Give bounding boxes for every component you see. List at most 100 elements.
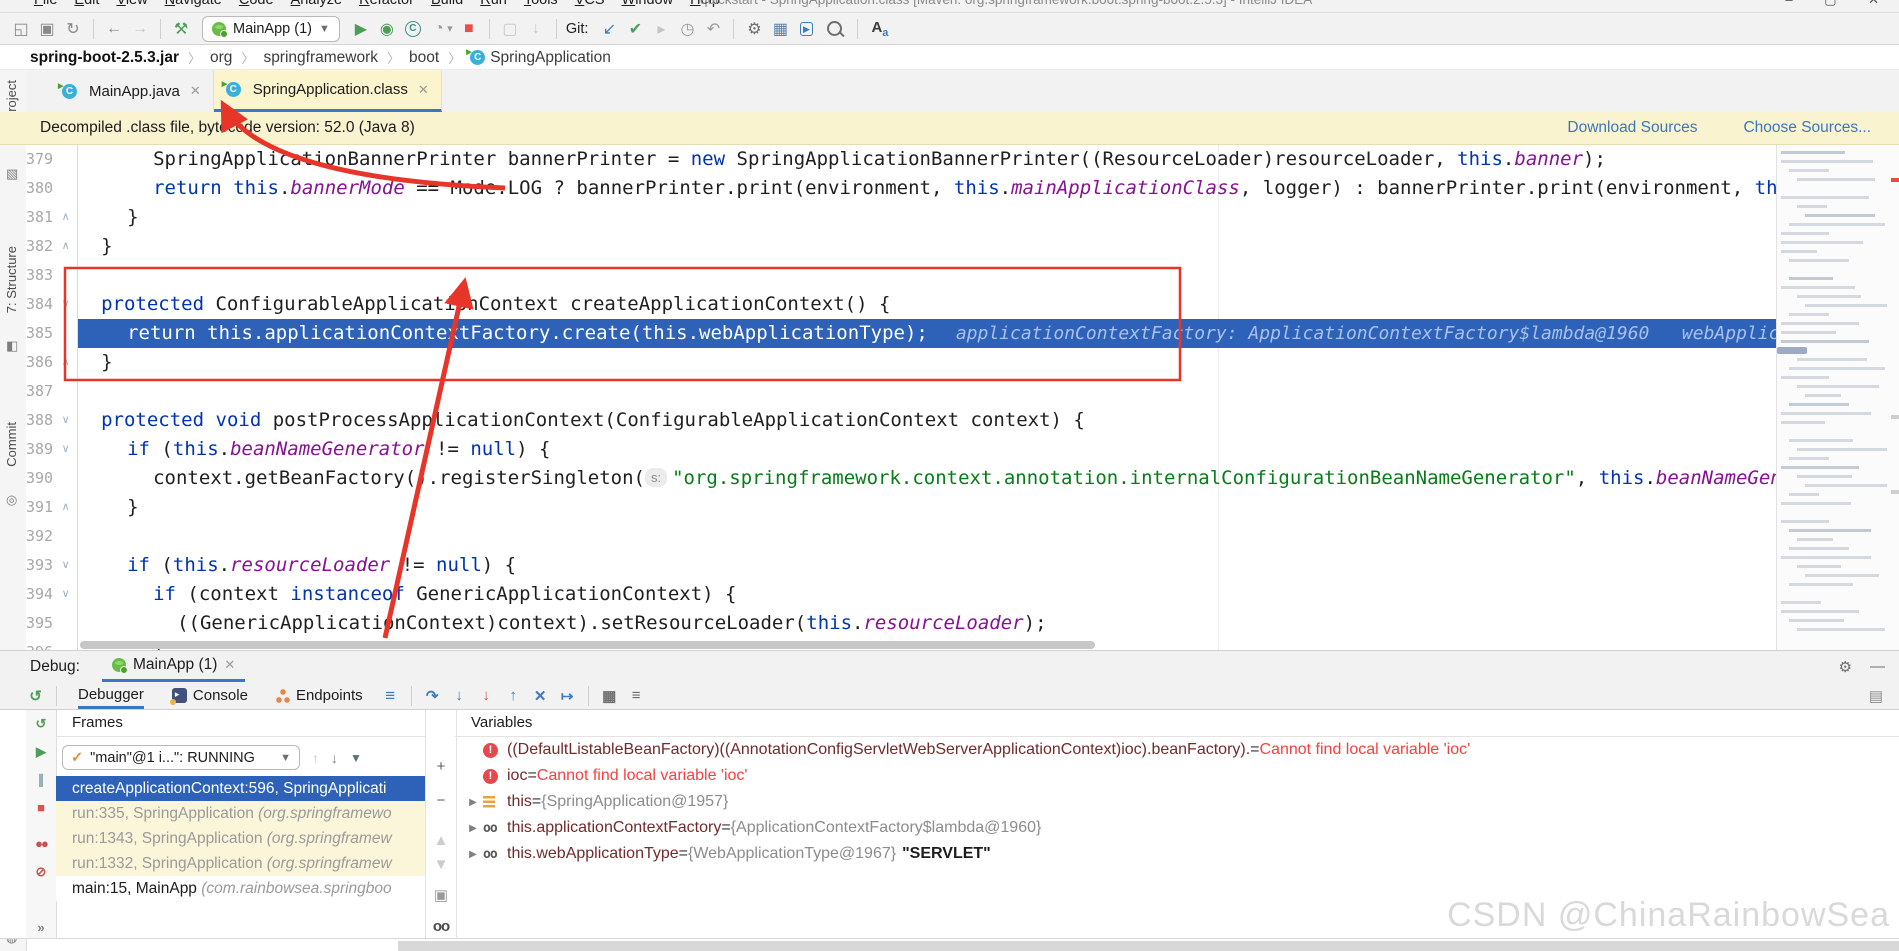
rail-structure-tool-button[interactable]: 7: Structure — [4, 246, 19, 313]
fold-icon[interactable]: ∨ — [53, 406, 78, 435]
close-icon[interactable]: ✕ — [190, 83, 201, 99]
filter-icon[interactable]: ▼ — [350, 751, 362, 765]
run-to-cursor-icon[interactable]: ↦ — [554, 687, 581, 705]
horizontal-scrollbar-thumb[interactable] — [80, 641, 1095, 649]
menu-item-navigate[interactable]: Navigate — [161, 0, 226, 8]
code-text[interactable] — [78, 377, 1776, 406]
code-text[interactable]: if (this.beanNameGenerator != null) { — [78, 435, 1776, 464]
breadcrumb-item[interactable]: SpringApplication — [490, 49, 611, 67]
menu-item-window[interactable]: Window — [618, 0, 678, 8]
code-line-388[interactable]: 388 ∨ protected void postProcessApplicatio… — [26, 406, 1776, 435]
view-breakpoints-icon[interactable]: ●● — [26, 836, 56, 851]
attach-icon[interactable]: ▢ — [497, 17, 523, 41]
fold-icon[interactable]: ∨ — [53, 435, 78, 464]
move-up-icon[interactable]: ▲ — [426, 832, 456, 849]
build-icon[interactable]: ⚒ — [168, 17, 194, 41]
link-choose-sources-[interactable]: Choose Sources... — [1743, 119, 1871, 137]
step-over-icon[interactable]: ↷ — [419, 687, 446, 705]
git-history-icon[interactable]: ◷ — [674, 17, 700, 41]
expand-arrow-icon[interactable]: ▶ — [463, 823, 483, 834]
tab-endpoints[interactable]: Endpoints — [275, 682, 363, 709]
deploy-icon[interactable]: ↓ — [523, 17, 549, 41]
breadcrumb-item[interactable]: boot — [409, 49, 439, 67]
code-text[interactable]: } — [78, 232, 1776, 261]
wrench-icon[interactable]: ⚙ — [741, 17, 767, 41]
menu-item-refactor[interactable]: Refactor — [355, 0, 418, 8]
horizontal-scrollbar[interactable] — [80, 640, 1770, 650]
code-line-385[interactable]: 385 return this.applicationContextFactory… — [26, 319, 1776, 348]
rerun-icon[interactable]: ↺ — [26, 716, 56, 732]
menu-item-view[interactable]: View — [112, 0, 151, 8]
link-download-sources[interactable]: Download Sources — [1567, 119, 1697, 137]
stripe-mark[interactable] — [1891, 490, 1899, 494]
resume-icon[interactable]: ▶ — [26, 744, 56, 760]
rerun-debug-icon[interactable]: ↺ — [22, 687, 49, 705]
back-icon[interactable]: ← — [101, 17, 127, 41]
frame-row[interactable]: run:1332, SpringApplication (org.springf… — [56, 851, 425, 876]
code-line-389[interactable]: 389 ∨ if (this.beanNameGenerator != null) … — [26, 435, 1776, 464]
sync-icon[interactable]: ↻ — [60, 17, 86, 41]
code-text[interactable]: if (context instanceof GenericApplicatio… — [78, 580, 1776, 609]
menu-item-tools[interactable]: Tools — [520, 0, 562, 8]
open-folder-icon[interactable]: ◱ — [8, 17, 34, 41]
minimap-viewport[interactable] — [1777, 347, 1807, 354]
search-icon[interactable] — [827, 21, 843, 36]
hamburger-menu-icon[interactable]: ≡ — [377, 686, 404, 706]
fold-icon[interactable]: ∧ — [53, 232, 78, 261]
run-icon[interactable]: ▶ — [348, 17, 374, 41]
git-commit-icon[interactable]: ✔ — [622, 17, 648, 41]
expand-arrow-icon[interactable]: ▶ — [463, 797, 483, 808]
code-text[interactable]: SpringApplicationBannerPrinter bannerPri… — [78, 145, 1776, 174]
menu-item-vcs[interactable]: VCS — [571, 0, 609, 8]
menu-item-code[interactable]: Code — [235, 0, 278, 8]
force-step-into-icon[interactable]: ↓ — [473, 687, 500, 704]
fold-icon[interactable]: ∨ — [53, 580, 78, 609]
tab-console[interactable]: Console — [169, 682, 248, 709]
window-controls[interactable]: – ▢ ✕ — [1785, 0, 1893, 8]
tab-debugger[interactable]: Debugger — [78, 682, 144, 709]
breadcrumb-item[interactable]: org — [210, 49, 232, 67]
code-line-392[interactable]: 392 — [26, 522, 1776, 551]
step-out-icon[interactable]: ↑ — [500, 687, 527, 704]
menu-item-file[interactable]: File — [30, 0, 61, 8]
code-line-395[interactable]: 395 ((GenericApplicationContext)context).… — [26, 609, 1776, 638]
debug-session-tab[interactable]: MainApp (1) ✕ — [101, 651, 246, 682]
run-configuration-combo[interactable]: MainApp (1) ▼ — [202, 15, 340, 42]
code-line-381[interactable]: 381 ∧} — [26, 203, 1776, 232]
menu-item-edit[interactable]: Edit — [70, 0, 103, 8]
code-text[interactable]: protected ConfigurableApplicationContext… — [78, 290, 1776, 319]
add-watch-icon[interactable]: + — [426, 758, 456, 775]
menu-item-analyze[interactable]: Analyze — [287, 0, 347, 8]
code-line-384[interactable]: 384 ∨ protected ConfigurableApplicationCon… — [26, 290, 1776, 319]
frame-down-icon[interactable]: ↓ — [331, 750, 338, 766]
tab-springapplication-class[interactable]: C SpringApplication.class ✕ — [213, 70, 442, 112]
variable-row[interactable]: ▶ oo this.webApplicationType = {WebApplica… — [455, 841, 1899, 867]
frame-row[interactable]: run:1343, SpringApplication (org.springf… — [56, 826, 425, 851]
code-line-382[interactable]: 382 ∧} — [26, 232, 1776, 261]
drop-frame-icon[interactable]: ✕ — [527, 687, 554, 705]
layout-icon[interactable]: ▤ — [1869, 687, 1883, 705]
move-down-icon[interactable]: ▼ — [426, 856, 456, 873]
save-icon[interactable]: ▣ — [34, 17, 60, 41]
code-text[interactable] — [78, 261, 1776, 290]
error-stripe-mark[interactable] — [1891, 178, 1899, 182]
breadcrumb-item[interactable]: springframework — [263, 49, 378, 67]
code-text[interactable]: } — [78, 348, 1776, 377]
code-text[interactable] — [78, 522, 1776, 551]
evaluate-expression-icon[interactable]: ▦ — [596, 687, 623, 705]
fold-icon[interactable]: ∨ — [53, 551, 78, 580]
code-text[interactable]: return this.applicationContextFactory.cr… — [78, 319, 1776, 348]
menu-item-build[interactable]: Build — [427, 0, 467, 8]
git-update-icon[interactable]: ↙ — [596, 17, 622, 41]
tab-mainapp-java[interactable]: C MainApp.java ✕ — [50, 70, 214, 112]
step-into-icon[interactable]: ↓ — [446, 687, 473, 704]
code-text[interactable]: protected void postProcessApplicationCon… — [78, 406, 1776, 435]
menu-item-run[interactable]: Run — [476, 0, 511, 8]
forward-icon[interactable]: → — [127, 17, 153, 41]
variable-row[interactable]: ! ((DefaultListableBeanFactory)((Annotati… — [455, 737, 1899, 763]
code-line-383[interactable]: 383 — [26, 261, 1776, 290]
code-line-390[interactable]: 390 context.getBeanFactory().registerSing… — [26, 464, 1776, 493]
thread-selector[interactable]: ✓ "main"@1 i...": RUNNING ▼ — [62, 745, 300, 770]
breadcrumb-item[interactable]: spring-boot-2.5.3.jar — [30, 49, 179, 67]
code-line-380[interactable]: 380 return this.bannerMode == Mode.LOG ? … — [26, 174, 1776, 203]
